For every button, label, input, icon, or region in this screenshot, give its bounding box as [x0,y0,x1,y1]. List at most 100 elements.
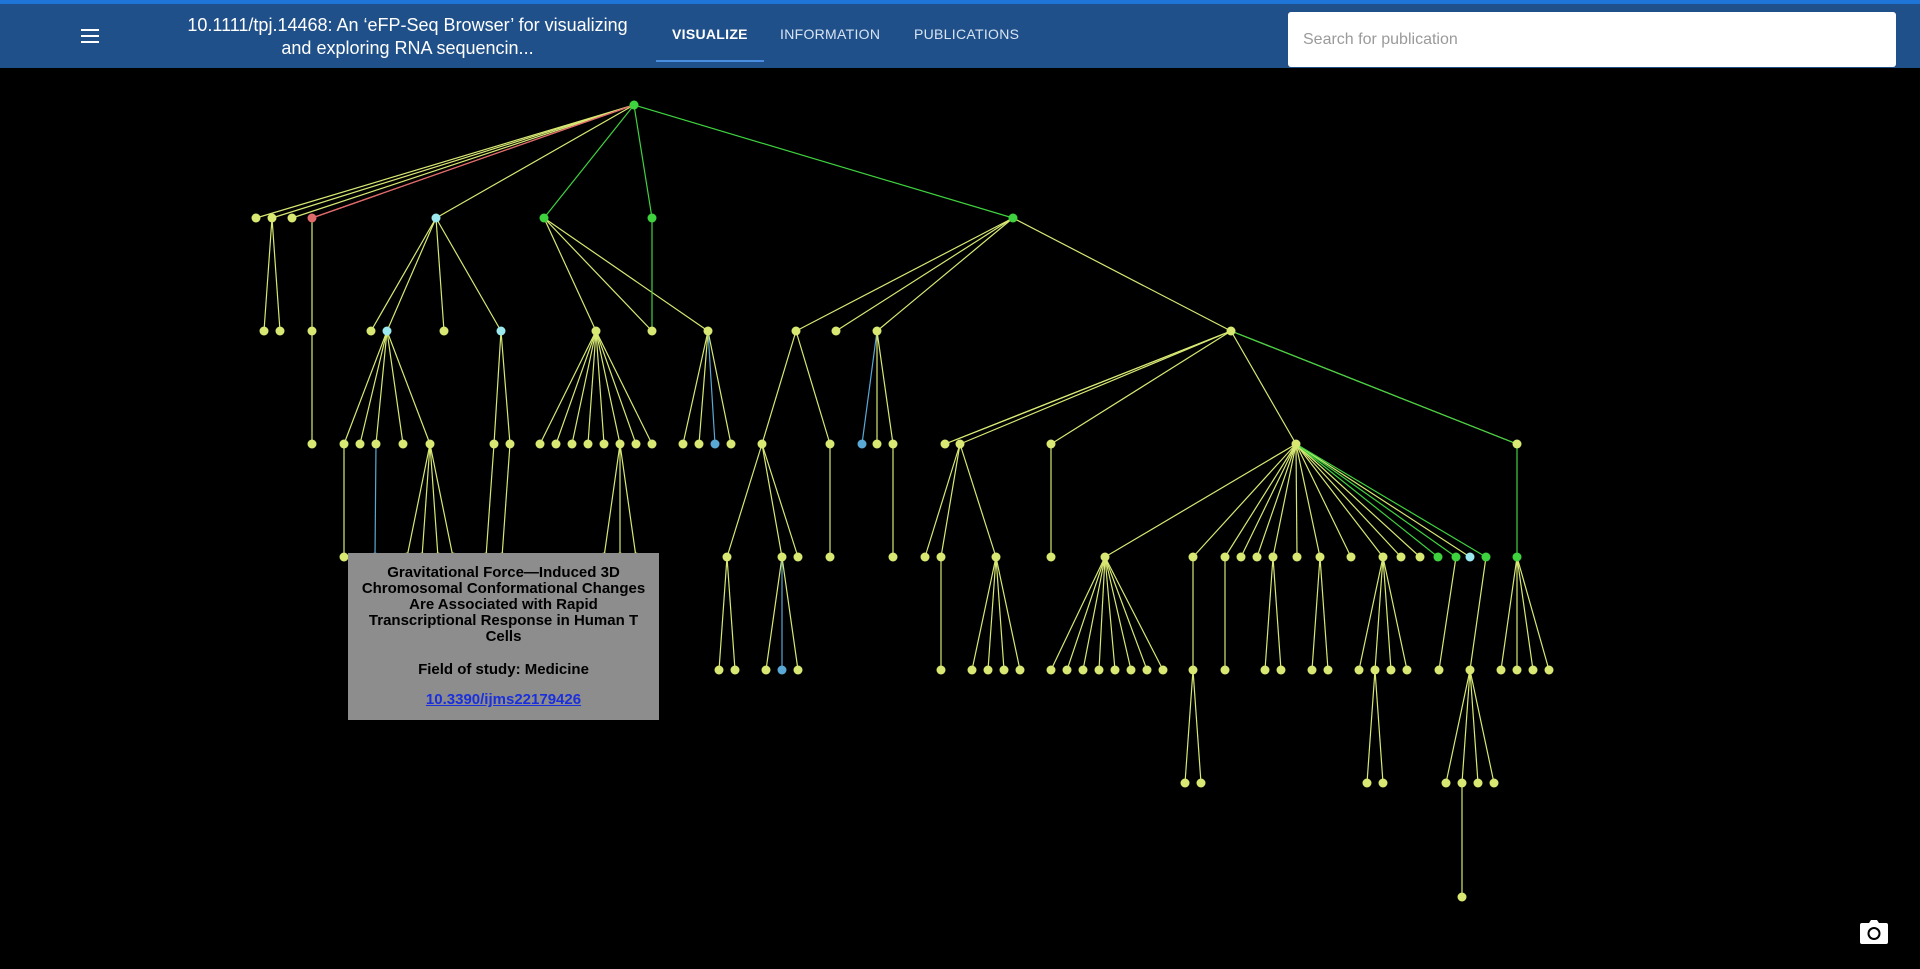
publication-node[interactable] [583,439,593,449]
publication-node[interactable] [251,213,261,223]
publication-node[interactable] [631,439,641,449]
publication-node[interactable] [1276,665,1286,675]
publication-node[interactable] [1489,778,1499,788]
publication-node[interactable] [703,326,713,336]
publication-node[interactable] [1465,665,1475,675]
publication-node[interactable] [275,326,285,336]
publication-node[interactable] [259,326,269,336]
publication-node[interactable] [1062,665,1072,675]
publication-node[interactable] [777,665,787,675]
publication-node[interactable] [936,665,946,675]
publication-node[interactable] [1188,552,1198,562]
publication-node[interactable] [1188,665,1198,675]
publication-node[interactable] [1260,665,1270,675]
publication-node[interactable] [647,439,657,449]
publication-node[interactable] [489,439,499,449]
publication-node[interactable] [267,213,277,223]
publication-node[interactable] [307,439,317,449]
publication-node[interactable] [1434,665,1444,675]
publication-node[interactable] [1292,552,1302,562]
publication-node[interactable] [1457,778,1467,788]
publication-node[interactable] [730,665,740,675]
publication-node[interactable] [366,326,376,336]
publication-node[interactable] [1046,665,1056,675]
publication-node[interactable] [694,439,704,449]
publication-node[interactable] [287,213,297,223]
publication-node[interactable] [825,439,835,449]
publication-node[interactable] [1226,326,1236,336]
tab-publications[interactable]: PUBLICATIONS [914,26,1019,42]
publication-node[interactable] [371,439,381,449]
publication-node[interactable] [591,326,601,336]
publication-node[interactable] [1415,552,1425,562]
publication-node[interactable] [1220,552,1230,562]
tooltip-doi-link[interactable]: 10.3390/ijms22179426 [426,691,581,708]
publication-node[interactable] [1370,665,1380,675]
publication-node[interactable] [1094,665,1104,675]
publication-node[interactable] [1512,439,1522,449]
publication-node[interactable] [888,439,898,449]
publication-node[interactable] [793,665,803,675]
publication-node[interactable] [505,439,515,449]
publication-node[interactable] [791,326,801,336]
publication-node[interactable] [1496,665,1506,675]
publication-node[interactable] [1078,665,1088,675]
publication-node[interactable] [1268,552,1278,562]
citation-tree-graph[interactable] [0,68,1920,969]
publication-node[interactable] [872,326,882,336]
search-input[interactable] [1288,12,1896,67]
publication-node[interactable] [793,552,803,562]
publication-node[interactable] [1465,552,1475,562]
publication-node[interactable] [1433,552,1443,562]
publication-node[interactable] [1046,552,1056,562]
publication-node[interactable] [1291,439,1301,449]
tab-information[interactable]: INFORMATION [780,26,880,42]
publication-node[interactable] [1236,552,1246,562]
publication-node[interactable] [355,439,365,449]
publication-node[interactable] [535,439,545,449]
publication-node[interactable] [678,439,688,449]
publication-node[interactable] [1110,665,1120,675]
publication-node[interactable] [398,439,408,449]
publication-node[interactable] [1362,778,1372,788]
publication-node[interactable] [496,326,506,336]
publication-node[interactable] [1307,665,1317,675]
publication-node[interactable] [1196,778,1206,788]
publication-node[interactable] [1354,665,1364,675]
publication-node[interactable] [1315,552,1325,562]
publication-node[interactable] [1158,665,1168,675]
publication-node[interactable] [1378,552,1388,562]
publication-node[interactable] [1126,665,1136,675]
publication-node[interactable] [647,326,657,336]
publication-node[interactable] [1473,778,1483,788]
publication-node[interactable] [647,213,657,223]
camera-icon[interactable] [1860,920,1888,944]
hamburger-menu-icon[interactable] [78,26,102,46]
publication-node[interactable] [1346,552,1356,562]
publication-node[interactable] [983,665,993,675]
publication-node[interactable] [1481,552,1491,562]
publication-node[interactable] [1008,213,1018,223]
publication-node[interactable] [1323,665,1333,675]
publication-node[interactable] [831,326,841,336]
publication-node[interactable] [431,213,441,223]
publication-node[interactable] [1402,665,1412,675]
publication-node[interactable] [872,439,882,449]
publication-node[interactable] [1046,439,1056,449]
publication-node[interactable] [955,439,965,449]
publication-node[interactable] [382,326,392,336]
publication-node[interactable] [710,439,720,449]
publication-node[interactable] [991,552,1001,562]
tab-visualize[interactable]: VISUALIZE [672,26,748,42]
publication-node[interactable] [307,213,317,223]
publication-node[interactable] [1220,665,1230,675]
publication-node[interactable] [1015,665,1025,675]
publication-node[interactable] [1528,665,1538,675]
publication-node[interactable] [615,439,625,449]
publication-node[interactable] [726,439,736,449]
publication-node[interactable] [999,665,1009,675]
publication-node[interactable] [1512,552,1522,562]
publication-node[interactable] [714,665,724,675]
publication-node[interactable] [1386,665,1396,675]
publication-node[interactable] [920,552,930,562]
